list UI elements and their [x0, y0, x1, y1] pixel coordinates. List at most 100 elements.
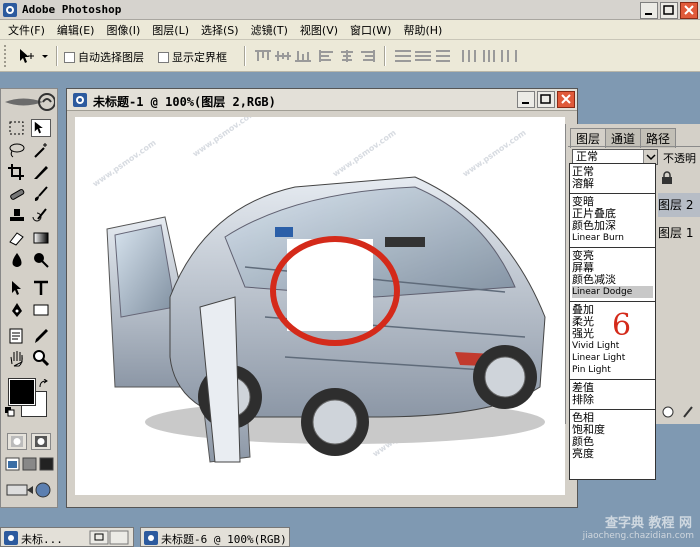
- blur-tool-icon[interactable]: [7, 251, 27, 269]
- blend-option[interactable]: 差值: [572, 382, 653, 394]
- close-button[interactable]: [680, 1, 698, 19]
- blend-option[interactable]: Linear Burn: [572, 232, 653, 244]
- swap-colors-icon[interactable]: [39, 379, 49, 389]
- menu-file[interactable]: 文件(F): [2, 22, 51, 38]
- blend-option-highlighted[interactable]: Linear Dodge: [572, 286, 653, 298]
- menu-filter[interactable]: 滤镜(T): [245, 22, 294, 38]
- distribute-top-icon[interactable]: [394, 49, 412, 63]
- notes-tool-icon[interactable]: [7, 327, 27, 345]
- layer-style-icons[interactable]: [662, 405, 696, 419]
- doc-maximize-button[interactable]: [537, 91, 555, 108]
- type-tool-icon[interactable]: [31, 279, 51, 297]
- blend-option[interactable]: 亮度: [572, 448, 653, 460]
- blend-option[interactable]: 饱和度: [572, 424, 653, 436]
- align-right-icon[interactable]: [358, 49, 376, 63]
- tab-channels[interactable]: 通道: [605, 128, 642, 148]
- slice-tool-icon[interactable]: [31, 163, 51, 181]
- blend-option[interactable]: 颜色加深: [572, 220, 653, 232]
- distribute-left-icon[interactable]: [460, 49, 478, 63]
- blend-option[interactable]: 溶解: [572, 178, 653, 190]
- document-icon: [144, 531, 158, 545]
- dodge-tool-icon[interactable]: [31, 251, 51, 269]
- standard-mode-button[interactable]: [7, 433, 27, 450]
- blend-option[interactable]: 色相: [572, 412, 653, 424]
- distribute-vcenter-icon[interactable]: [414, 49, 432, 63]
- blend-option[interactable]: 变亮: [572, 250, 653, 262]
- layer-row[interactable]: 图层 2: [658, 193, 700, 217]
- blend-option[interactable]: Pin Light: [572, 364, 653, 376]
- chevron-down-icon[interactable]: [643, 150, 657, 164]
- path-selection-tool-icon[interactable]: [7, 279, 27, 297]
- align-bottom-icon[interactable]: [294, 49, 312, 63]
- menu-edit[interactable]: 编辑(E): [51, 22, 101, 38]
- hand-tool-icon[interactable]: [7, 349, 27, 367]
- default-colors-icon[interactable]: [5, 407, 15, 417]
- distribute-bottom-icon[interactable]: [434, 49, 452, 63]
- maximize-button[interactable]: [660, 1, 678, 19]
- layer-row[interactable]: 图层 1: [658, 221, 700, 245]
- align-top-icon[interactable]: [254, 49, 272, 63]
- crop-tool-icon[interactable]: [7, 163, 27, 181]
- history-brush-tool-icon[interactable]: [31, 207, 51, 225]
- eraser-tool-icon[interactable]: [7, 229, 27, 247]
- blend-option[interactable]: 颜色减淡: [572, 274, 653, 286]
- show-bounds-checkbox[interactable]: 显示定界框: [158, 49, 227, 65]
- blend-option[interactable]: 排除: [572, 394, 653, 406]
- menu-image[interactable]: 图像(I): [100, 22, 146, 38]
- tab-layers[interactable]: 图层: [570, 128, 607, 148]
- zoom-tool-icon[interactable]: [31, 349, 51, 367]
- canvas-watermark: www.psmov.com: [461, 128, 528, 179]
- lasso-tool-icon[interactable]: [7, 141, 27, 159]
- car-cutaway-image: www.psmov.com www.psmov.com www.psmov.co…: [91, 117, 546, 463]
- blend-option[interactable]: 颜色: [572, 436, 653, 448]
- blend-mode-value: 正常: [576, 150, 598, 163]
- blend-option[interactable]: 变暗: [572, 196, 653, 208]
- marquee-tool-icon[interactable]: [7, 119, 27, 137]
- minimized-doc[interactable]: 未标题-6 @ 100%(RGB): [140, 527, 290, 547]
- quick-mask-mode-button[interactable]: [31, 433, 51, 450]
- doc-minimize-button[interactable]: [517, 91, 535, 108]
- menu-help[interactable]: 帮助(H): [397, 22, 448, 38]
- jump-to-imageready-icon[interactable]: [5, 481, 55, 499]
- align-left-icon[interactable]: [318, 49, 336, 63]
- clone-stamp-tool-icon[interactable]: [7, 207, 27, 225]
- pen-tool-icon[interactable]: [7, 301, 27, 319]
- align-hcenter-icon[interactable]: [338, 49, 356, 63]
- auto-select-layer-checkbox[interactable]: 自动选择图层: [64, 49, 144, 65]
- move-tool-icon[interactable]: [16, 47, 50, 65]
- document-title-bar[interactable]: 未标题-1 @ 100%(图层 2,RGB): [67, 89, 577, 111]
- gradient-tool-icon[interactable]: [31, 229, 51, 247]
- menu-select[interactable]: 选择(S): [195, 22, 245, 38]
- checkbox-box[interactable]: [158, 51, 169, 63]
- distribute-right-icon[interactable]: [500, 49, 518, 63]
- tab-paths[interactable]: 路径: [640, 128, 677, 148]
- magic-wand-tool-icon[interactable]: [31, 141, 51, 159]
- feather-logo-icon[interactable]: [3, 91, 55, 113]
- menu-layer[interactable]: 图层(L): [146, 22, 195, 38]
- menu-window[interactable]: 窗口(W): [344, 22, 397, 38]
- blend-option[interactable]: 屏幕: [572, 262, 653, 274]
- blend-option[interactable]: 正片叠底: [572, 208, 653, 220]
- site-watermark-url: jiaocheng.chazidian.com: [582, 531, 694, 541]
- rectangle-tool-icon[interactable]: [31, 301, 51, 319]
- move-tool-icon[interactable]: [31, 119, 51, 137]
- minimized-doc[interactable]: 未标...: [0, 527, 134, 547]
- minimize-button[interactable]: [640, 1, 658, 19]
- screen-mode-icons[interactable]: [5, 457, 55, 471]
- align-vcenter-icon[interactable]: [274, 49, 292, 63]
- distribute-hcenter-icon[interactable]: [480, 49, 498, 63]
- restore-close-icons[interactable]: [89, 530, 129, 545]
- brush-tool-icon[interactable]: [31, 185, 51, 203]
- document-canvas[interactable]: www.psmov.com www.psmov.com www.psmov.co…: [75, 117, 565, 495]
- doc-close-button[interactable]: [557, 91, 575, 108]
- menu-view[interactable]: 视图(V): [294, 22, 344, 38]
- healing-brush-tool-icon[interactable]: [7, 185, 27, 203]
- lock-icon[interactable]: [661, 171, 673, 185]
- blend-option[interactable]: Linear Light: [572, 352, 653, 364]
- eyedropper-tool-icon[interactable]: [31, 327, 51, 345]
- foreground-color-swatch[interactable]: [8, 378, 36, 406]
- photoshop-logo-icon: [3, 3, 17, 17]
- checkbox-box[interactable]: [64, 51, 75, 63]
- blend-option[interactable]: 正常: [572, 166, 653, 178]
- toolbar-grip[interactable]: [4, 45, 8, 67]
